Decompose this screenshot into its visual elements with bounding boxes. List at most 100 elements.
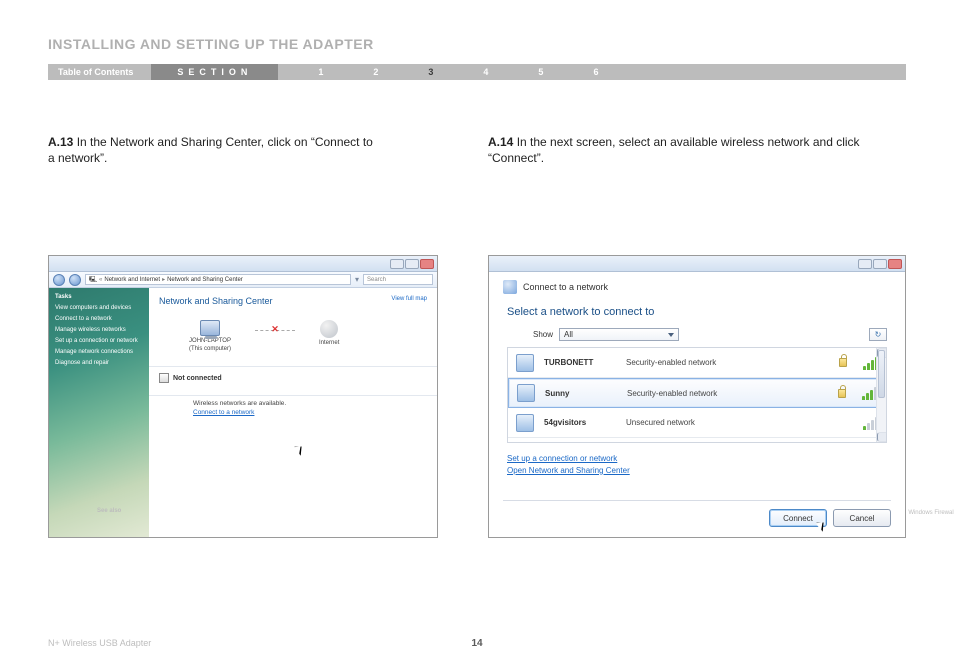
network-name: Sunny xyxy=(545,389,617,398)
network-list: TURBONETT Security-enabled network Sunny… xyxy=(507,347,887,443)
lock-icon xyxy=(839,358,847,367)
window-network-sharing-center: 🖳 « Network and Internet ▸ Network and S… xyxy=(48,255,438,538)
section-2[interactable]: 2 xyxy=(373,67,378,77)
refresh-button[interactable]: ↻ xyxy=(869,328,887,341)
main-pane: Network and Sharing Center View full map… xyxy=(149,288,437,537)
breadcrumb-divider: ▾ xyxy=(355,275,359,284)
minimize-button[interactable] xyxy=(390,259,404,269)
node-sub: (This computer) xyxy=(189,346,231,352)
scroll-down-button[interactable] xyxy=(877,432,887,442)
titlebar xyxy=(49,256,437,272)
main-heading: Network and Sharing Center xyxy=(159,296,427,306)
connect-to-network-link[interactable]: Connect to a network xyxy=(193,409,427,416)
cancel-button[interactable]: Cancel xyxy=(833,509,891,527)
divider xyxy=(149,366,437,367)
network-map-dash: ✕ xyxy=(255,330,295,331)
window-connect-to-network: Connect to a network Select a network to… xyxy=(488,255,906,538)
view-full-map-link[interactable]: View full map xyxy=(391,296,427,302)
page-title: INSTALLING AND SETTING UP THE ADAPTER xyxy=(48,36,374,52)
sidebar-item-manage-connections[interactable]: Manage network connections xyxy=(55,349,143,355)
computer-icon xyxy=(200,320,220,336)
section-nav: Table of Contents SECTION 1 2 3 4 5 6 xyxy=(48,64,906,80)
network-row[interactable]: Sunny Security-enabled network xyxy=(508,378,886,408)
maximize-button[interactable] xyxy=(873,259,887,269)
network-row[interactable]: 54gvisitors Unsecured network xyxy=(508,408,886,438)
step-number: A.14 xyxy=(488,135,513,149)
scrollbar[interactable] xyxy=(876,348,886,442)
sidebar-item-manage-wireless[interactable]: Manage wireless networks xyxy=(55,327,143,333)
connect-button[interactable]: Connect xyxy=(769,509,827,527)
forward-button[interactable] xyxy=(69,274,81,286)
bottom-links: Set up a connection or network Open Netw… xyxy=(507,453,887,476)
wireless-available-msg: Wireless networks are available. xyxy=(193,400,427,407)
connect-button-label: Connect xyxy=(783,514,813,523)
cursor-icon xyxy=(819,520,828,532)
page-number: 14 xyxy=(471,638,482,649)
section-links: 1 2 3 4 5 6 xyxy=(278,67,598,77)
step-number: A.13 xyxy=(48,135,73,149)
breadcrumb-sep: « xyxy=(99,277,102,283)
network-map: JOHN-LAPTOP (This computer) ✕ Internet xyxy=(159,316,427,362)
network-row[interactable]: TURBONETT Security-enabled network xyxy=(508,348,886,378)
network-icon xyxy=(516,354,534,372)
sidebar-item-connect-network[interactable]: Connect to a network xyxy=(55,316,143,322)
breadcrumb-item-1[interactable]: Network and Internet xyxy=(104,277,160,283)
step-a13: A.13 In the Network and Sharing Center, … xyxy=(48,134,378,166)
divider xyxy=(149,395,437,396)
network-security: Security-enabled network xyxy=(626,358,833,367)
select-network-heading: Select a network to connect to xyxy=(507,306,891,318)
breadcrumb-sep: ▸ xyxy=(162,276,165,283)
tasks-sidebar: Tasks View computers and devices Connect… xyxy=(49,288,149,537)
section-4[interactable]: 4 xyxy=(483,67,488,77)
show-dropdown[interactable]: All xyxy=(559,328,679,341)
sidebar-item-setup-connection[interactable]: Set up a connection or network xyxy=(55,338,143,344)
maximize-button[interactable] xyxy=(405,259,419,269)
not-connected-row: Not connected xyxy=(159,371,427,391)
step-text: In the Network and Sharing Center, click… xyxy=(48,135,373,165)
wireless-available: Wireless networks are available. Connect… xyxy=(159,400,427,416)
window-title: Connect to a network xyxy=(523,282,608,292)
breadcrumb-root-icon: 🖳 xyxy=(89,275,97,285)
search-input[interactable]: Search xyxy=(363,274,433,285)
close-button[interactable] xyxy=(420,259,434,269)
disconnected-x-icon: ✕ xyxy=(271,324,279,335)
globe-icon xyxy=(320,320,338,338)
chevron-down-icon xyxy=(668,333,674,337)
tasks-header: Tasks xyxy=(55,294,143,300)
back-button[interactable] xyxy=(53,274,65,286)
section-6[interactable]: 6 xyxy=(593,67,598,77)
network-icon xyxy=(517,384,535,402)
sidebar-seealso-windows-firewall[interactable]: Windows Firewall xyxy=(908,510,954,516)
scroll-thumb[interactable] xyxy=(878,350,885,398)
link-setup-connection[interactable]: Set up a connection or network xyxy=(507,454,617,463)
breadcrumb-item-2[interactable]: Network and Sharing Center xyxy=(167,277,243,283)
not-connected-label: Not connected xyxy=(173,375,222,382)
link-open-network-center[interactable]: Open Network and Sharing Center xyxy=(507,466,630,475)
sidebar-item-diagnose[interactable]: Diagnose and repair xyxy=(55,360,143,366)
network-security: Unsecured network xyxy=(626,418,853,427)
dialog-buttons: Connect Cancel xyxy=(503,500,891,527)
section-1[interactable]: 1 xyxy=(318,67,323,77)
titlebar xyxy=(489,256,905,272)
sidebar-item-view-computers[interactable]: View computers and devices xyxy=(55,305,143,311)
show-filter-row: Show All ↻ xyxy=(533,328,887,341)
breadcrumb[interactable]: 🖳 « Network and Internet ▸ Network and S… xyxy=(85,274,351,285)
network-security: Security-enabled network xyxy=(627,389,832,398)
node-this-computer: JOHN-LAPTOP (This computer) xyxy=(189,320,231,352)
show-value: All xyxy=(564,330,573,339)
toc-link[interactable]: Table of Contents xyxy=(48,67,151,77)
show-label: Show xyxy=(533,330,553,339)
network-name: 54gvisitors xyxy=(544,418,616,427)
node-name: Internet xyxy=(319,340,339,346)
minimize-button[interactable] xyxy=(858,259,872,269)
seealso-header: See also xyxy=(97,508,121,514)
network-name: TURBONETT xyxy=(544,358,616,367)
section-5[interactable]: 5 xyxy=(538,67,543,77)
section-3[interactable]: 3 xyxy=(428,67,433,77)
step-text: In the next screen, select an available … xyxy=(488,135,860,165)
signal-icon xyxy=(862,386,877,400)
not-connected-icon xyxy=(159,373,169,383)
step-a14: A.14 In the next screen, select an avail… xyxy=(488,134,868,166)
node-internet: Internet xyxy=(319,320,339,346)
close-button[interactable] xyxy=(888,259,902,269)
